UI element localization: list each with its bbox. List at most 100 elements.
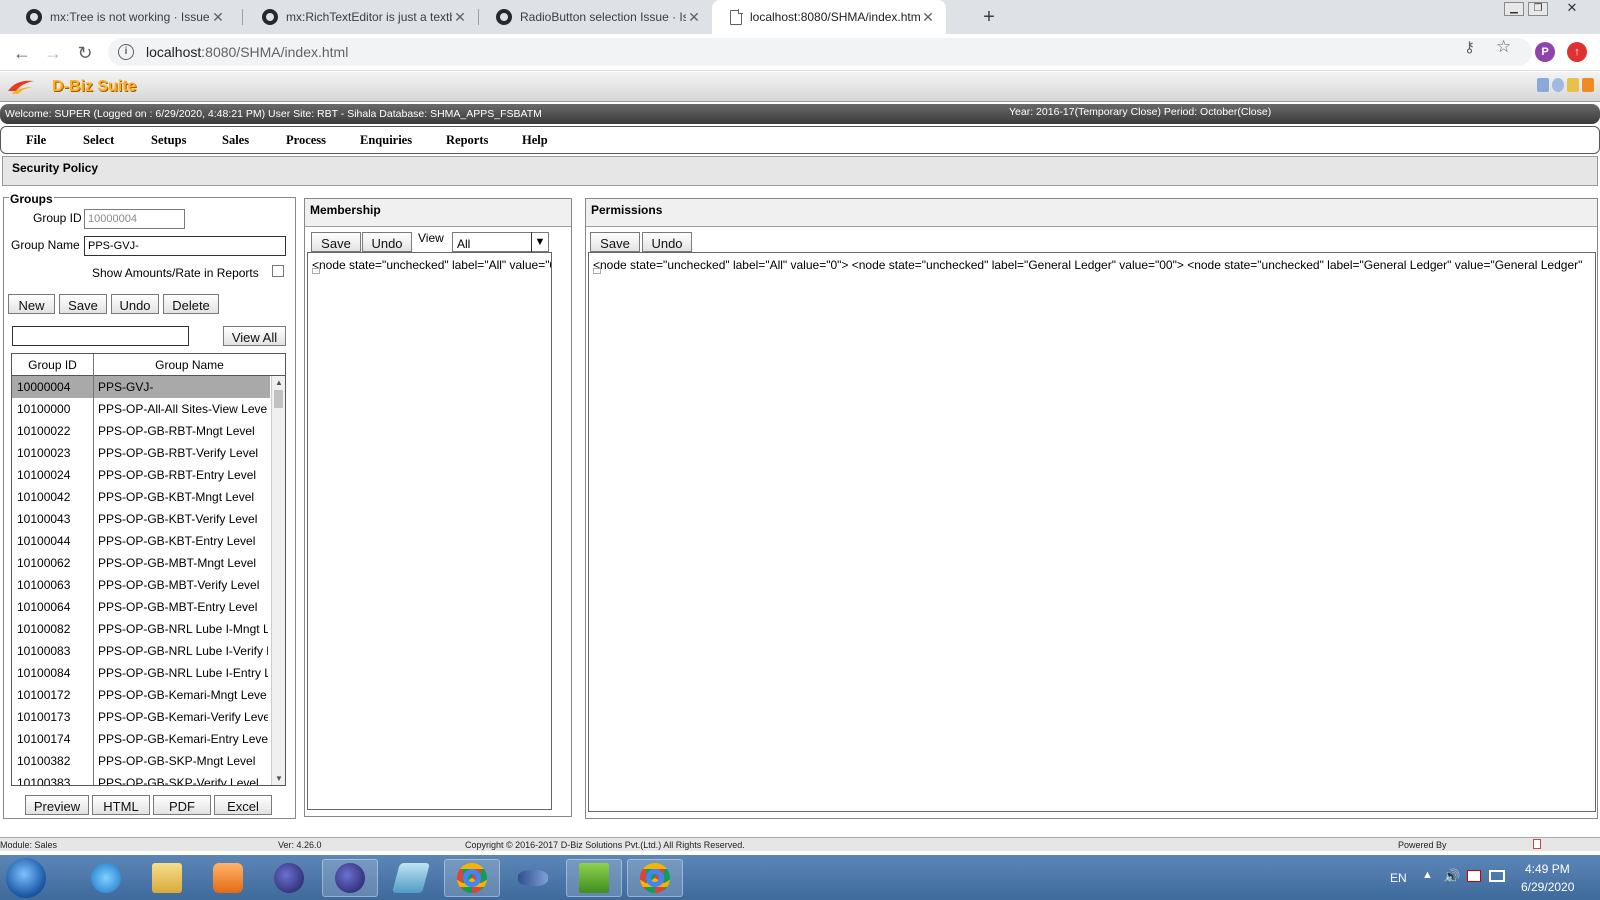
back-icon[interactable]: ← (10, 41, 34, 65)
file-explorer-taskbar-button[interactable] (139, 859, 195, 897)
infinity-app-taskbar-button[interactable] (505, 859, 561, 897)
group-search-input[interactable] (12, 326, 189, 346)
table-row[interactable]: 10100082 PPS-OP-GB-NRL Lube I-Mngt L (12, 618, 270, 640)
preview-button[interactable]: Preview (25, 795, 89, 815)
media-player-taskbar-button[interactable] (200, 859, 256, 897)
chrome-active-taskbar-button[interactable] (627, 859, 683, 897)
language-indicator[interactable]: EN (1390, 871, 1407, 885)
window-close-icon[interactable]: ✕ (1552, 1, 1592, 16)
html-export-button[interactable]: HTML (92, 795, 150, 815)
group-id-field[interactable]: 10000004 (84, 209, 185, 229)
table-row[interactable]: 10100084 PPS-OP-GB-NRL Lube I-Entry L (12, 662, 270, 684)
update-icon[interactable]: ↑ (1567, 42, 1587, 62)
permissions-undo-button[interactable]: Undo (642, 232, 692, 252)
clock-time[interactable]: 4:49 PM (1525, 862, 1570, 876)
browser-tab[interactable]: mx:Tree is not working · Issue #6 ✕ (8, 0, 236, 34)
table-row[interactable]: 10100083 PPS-OP-GB-NRL Lube I-Verify L (12, 640, 270, 662)
action-center-icon[interactable] (1467, 870, 1481, 882)
forward-icon[interactable]: → (41, 41, 65, 65)
column-header-group-id[interactable]: Group ID (12, 354, 93, 376)
show-hidden-icons-icon[interactable]: ▲ (1422, 869, 1433, 881)
menu-select[interactable]: Select (83, 133, 114, 148)
table-row[interactable]: 10100044 PPS-OP-GB-KBT-Entry Level (12, 530, 270, 552)
app-taskbar-button[interactable] (383, 859, 439, 897)
membership-save-button[interactable]: Save (311, 232, 361, 252)
scroll-down-icon[interactable]: ▼ (272, 774, 285, 783)
help-icon[interactable] (1552, 78, 1564, 92)
table-row[interactable]: 10100382 PPS-OP-GB-SKP-Mngt Level (12, 750, 270, 772)
scroll-up-icon[interactable]: ▲ (272, 378, 285, 387)
table-row[interactable]: 10100023 PPS-OP-GB-RBT-Verify Level (12, 442, 270, 464)
menu-sales[interactable]: Sales (222, 133, 249, 148)
internet-explorer-taskbar-button[interactable] (78, 859, 134, 897)
permissions-save-button[interactable]: Save (590, 232, 640, 252)
table-row[interactable]: 10000004 PPS-GVJ- (12, 376, 270, 398)
membership-undo-button[interactable]: Undo (362, 232, 412, 252)
menu-process[interactable]: Process (286, 133, 326, 148)
close-icon[interactable]: ✕ (452, 9, 468, 26)
new-tab-icon[interactable]: + (976, 4, 1002, 30)
address-bar[interactable]: i localhost:8080/SHMA/index.html (108, 38, 1532, 66)
table-row[interactable]: 10100063 PPS-OP-GB-MBT-Verify Level (12, 574, 270, 596)
pdf-export-button[interactable]: PDF (153, 795, 211, 815)
undo-button[interactable]: Undo (111, 294, 159, 314)
restore-icon[interactable]: ❐ (1528, 2, 1548, 16)
menu-setups[interactable]: Setups (151, 133, 186, 148)
chevron-down-icon[interactable]: ▼ (531, 232, 548, 252)
key-icon[interactable]: ⚷ (1464, 38, 1475, 56)
minimize-icon[interactable]: ▁ (1504, 2, 1524, 16)
url-text[interactable]: localhost:8080/SHMA/index.html (146, 44, 348, 60)
scroll-thumb[interactable] (274, 390, 283, 408)
permissions-tree[interactable]: <node state="unchecked" label="All" valu… (588, 252, 1596, 812)
chart-app-taskbar-button[interactable] (566, 859, 622, 897)
delete-button[interactable]: Delete (163, 294, 219, 314)
table-row[interactable]: 10100043 PPS-OP-GB-KBT-Verify Level (12, 508, 270, 530)
new-button[interactable]: New (8, 294, 55, 314)
clock-date[interactable]: 6/29/2020 (1521, 880, 1574, 894)
eclipse-open-taskbar-button[interactable] (322, 859, 378, 897)
browser-tab-active[interactable]: localhost:8080/SHMA/index.html ✕ (712, 0, 946, 34)
browser-tab[interactable]: mx:RichTextEditor is just a textbo ✕ (244, 0, 478, 34)
lock-icon[interactable] (1567, 78, 1579, 92)
start-button[interactable] (6, 858, 46, 898)
membership-tree[interactable]: <node state="unchecked" label="All" valu… (307, 252, 552, 810)
table-row[interactable]: 10100062 PPS-OP-GB-MBT-Mngt Level (12, 552, 270, 574)
menu-enquiries[interactable]: Enquiries (360, 133, 412, 148)
save-button[interactable]: Save (59, 294, 107, 314)
table-row[interactable]: 10100173 PPS-OP-GB-Kemari-Verify Leve (12, 706, 270, 728)
show-amounts-checkbox[interactable] (272, 265, 284, 277)
browser-tab[interactable]: RadioButton selection Issue · Issu ✕ (478, 0, 712, 34)
table-row[interactable]: 10100024 PPS-OP-GB-RBT-Entry Level (12, 464, 270, 486)
logout-icon[interactable] (1582, 78, 1594, 92)
chrome-taskbar-button[interactable] (444, 859, 500, 897)
network-icon[interactable] (1489, 870, 1505, 882)
close-icon[interactable]: ✕ (210, 9, 226, 26)
home-icon[interactable] (1537, 78, 1549, 92)
view-all-button[interactable]: View All (223, 326, 286, 346)
table-row[interactable]: 10100042 PPS-OP-GB-KBT-Mngt Level (12, 486, 270, 508)
reload-icon[interactable]: ↻ (73, 41, 97, 65)
table-row[interactable]: 10100383 PPS-OP-GB-SKP-Verify Level (12, 772, 270, 785)
permissions-title: Permissions (591, 203, 663, 217)
volume-icon[interactable]: 🔊 (1443, 868, 1460, 885)
menu-reports[interactable]: Reports (446, 133, 488, 148)
table-row[interactable]: 10100000 PPS-OP-All-All Sites-View Leve (12, 398, 270, 420)
group-name-field[interactable]: PPS-GVJ- (84, 236, 286, 256)
close-icon[interactable]: ✕ (686, 9, 702, 26)
close-icon[interactable]: ✕ (920, 9, 936, 26)
profile-avatar[interactable]: P (1535, 42, 1555, 62)
view-select[interactable]: All ▼ (452, 232, 549, 252)
table-row[interactable]: 10100022 PPS-OP-GB-RBT-Mngt Level (12, 420, 270, 442)
table-row[interactable]: 10100064 PPS-OP-GB-MBT-Entry Level (12, 596, 270, 618)
github-icon (26, 9, 42, 25)
menu-file[interactable]: File (26, 133, 46, 148)
excel-export-button[interactable]: Excel (214, 795, 272, 815)
table-row[interactable]: 10100172 PPS-OP-GB-Kemari-Mngt Leve (12, 684, 270, 706)
menu-help[interactable]: Help (522, 133, 548, 148)
vertical-scrollbar[interactable]: ▲ ▼ (271, 376, 285, 785)
table-row[interactable]: 10100174 PPS-OP-GB-Kemari-Entry Leve (12, 728, 270, 750)
info-icon[interactable]: i (118, 44, 134, 60)
eclipse-taskbar-button[interactable] (261, 859, 317, 897)
star-icon[interactable]: ☆ (1496, 37, 1511, 57)
column-header-group-name[interactable]: Group Name (94, 354, 285, 376)
